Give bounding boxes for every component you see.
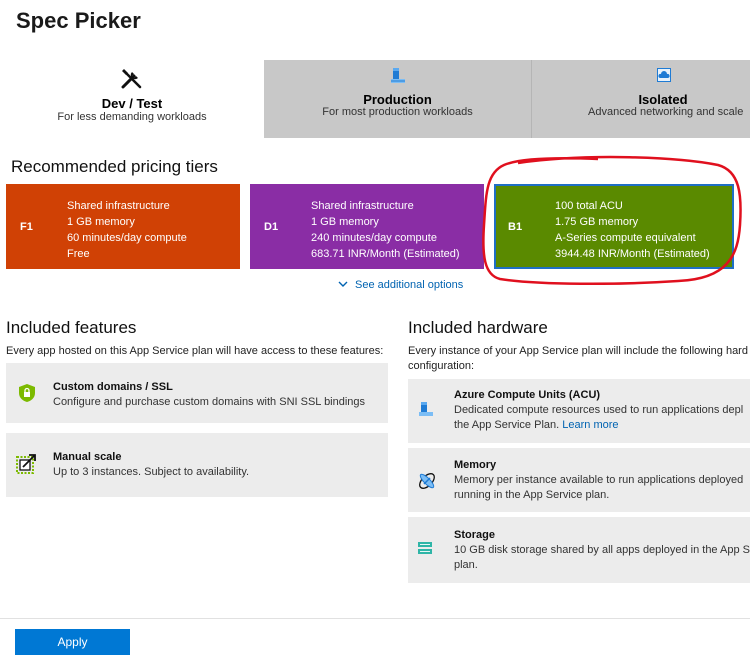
tier-detail: 1 GB memory (311, 216, 379, 228)
feature-card-custom-domains: Custom domains / SSL Configure and purch… (6, 363, 388, 423)
scale-icon (16, 453, 38, 480)
tier-detail: 240 minutes/day compute (311, 232, 437, 244)
tier-detail: 100 total ACU (555, 200, 623, 212)
tab-title: Production (363, 92, 432, 107)
hardware-title: Storage (454, 529, 495, 541)
hardware-card-acu: Azure Compute Units (ACU) Dedicated comp… (408, 379, 750, 443)
hardware-text: the App Service Plan. Learn more (454, 418, 619, 433)
tier-detail: 1.75 GB memory (555, 216, 639, 228)
workload-tabs: Dev / Test For less demanding workloads … (0, 60, 750, 138)
tab-subtitle: For less demanding workloads (57, 111, 207, 123)
tab-subtitle: For most production workloads (322, 106, 473, 118)
footer-divider (0, 618, 750, 619)
hardware-description-line: configuration: (408, 360, 475, 372)
page-title: Spec Picker (16, 8, 141, 33)
tier-card-d1[interactable]: D1 Shared infrastructure 1 GB memory 240… (250, 184, 484, 269)
tier-price: 3944.48 INR/Month (Estimated) (555, 248, 710, 260)
tab-title: Dev / Test (101, 96, 163, 111)
hardware-description-line: Every instance of your App Service plan … (408, 345, 748, 357)
hardware-text: running in the App Service plan. (454, 489, 610, 501)
hardware-card-memory: Memory Memory per instance available to … (408, 448, 750, 512)
tier-code: F1 (20, 221, 33, 233)
hardware-text: Dedicated compute resources used to run … (454, 404, 744, 416)
features-heading: Included features (6, 318, 137, 337)
cloud-icon (656, 67, 672, 88)
feature-card-manual-scale: Manual scale Up to 3 instances. Subject … (6, 433, 388, 497)
feature-text: Configure and purchase custom domains wi… (53, 396, 366, 408)
hardware-heading: Included hardware (408, 318, 548, 337)
tier-price: 683.71 INR/Month (Estimated) (311, 248, 460, 260)
feature-title: Custom domains / SSL (53, 381, 173, 393)
tier-card-f1[interactable]: F1 Shared infrastructure 1 GB memory 60 … (6, 184, 240, 269)
hardware-text: plan. (454, 559, 478, 571)
hardware-text: Memory per instance available to run app… (454, 474, 744, 486)
feature-title: Manual scale (53, 451, 122, 463)
tab-production[interactable]: Production For most production workloads (264, 60, 532, 138)
memory-icon (416, 470, 438, 497)
hardware-text: 10 GB disk storage shared by all apps de… (454, 544, 750, 556)
tab-isolated[interactable]: Isolated Advanced networking and scale (532, 60, 750, 138)
tier-detail: Shared infrastructure (67, 200, 170, 212)
hardware-title: Memory (454, 459, 497, 471)
tab-dev-test[interactable]: Dev / Test For less demanding workloads (0, 60, 264, 138)
shield-lock-icon (18, 383, 36, 408)
chevron-down-icon (338, 279, 348, 291)
recommended-heading: Recommended pricing tiers (11, 157, 218, 176)
learn-more-link[interactable]: Learn more (562, 419, 618, 431)
tools-icon (120, 66, 144, 95)
tier-detail: A-Series compute equivalent (555, 232, 696, 244)
tier-detail: 1 GB memory (67, 216, 135, 228)
hardware-card-storage: Storage 10 GB disk storage shared by all… (408, 517, 750, 583)
tier-code: D1 (264, 221, 279, 233)
tier-card-b1[interactable]: B1 100 total ACU 1.75 GB memory A-Series… (494, 184, 734, 269)
see-additional-options-link[interactable]: See additional options (338, 279, 463, 291)
feature-text: Up to 3 instances. Subject to availabili… (53, 466, 250, 478)
server-icon (390, 67, 406, 90)
hardware-text-line: the App Service Plan. (454, 419, 560, 431)
tier-code: B1 (508, 221, 523, 233)
tier-price: Free (67, 248, 90, 260)
hardware-title: Azure Compute Units (ACU) (454, 389, 601, 401)
tab-subtitle: Advanced networking and scale (588, 106, 744, 118)
tier-detail: 60 minutes/day compute (67, 232, 187, 244)
compute-icon (418, 401, 434, 422)
see-more-label: See additional options (355, 279, 464, 291)
apply-button[interactable]: Apply (15, 629, 130, 655)
tier-detail: Shared infrastructure (311, 200, 414, 212)
storage-icon (417, 541, 433, 560)
features-description: Every app hosted on this App Service pla… (6, 345, 384, 357)
hardware-description: Every instance of your App Service plan … (408, 344, 748, 374)
tab-title: Isolated (638, 92, 688, 107)
